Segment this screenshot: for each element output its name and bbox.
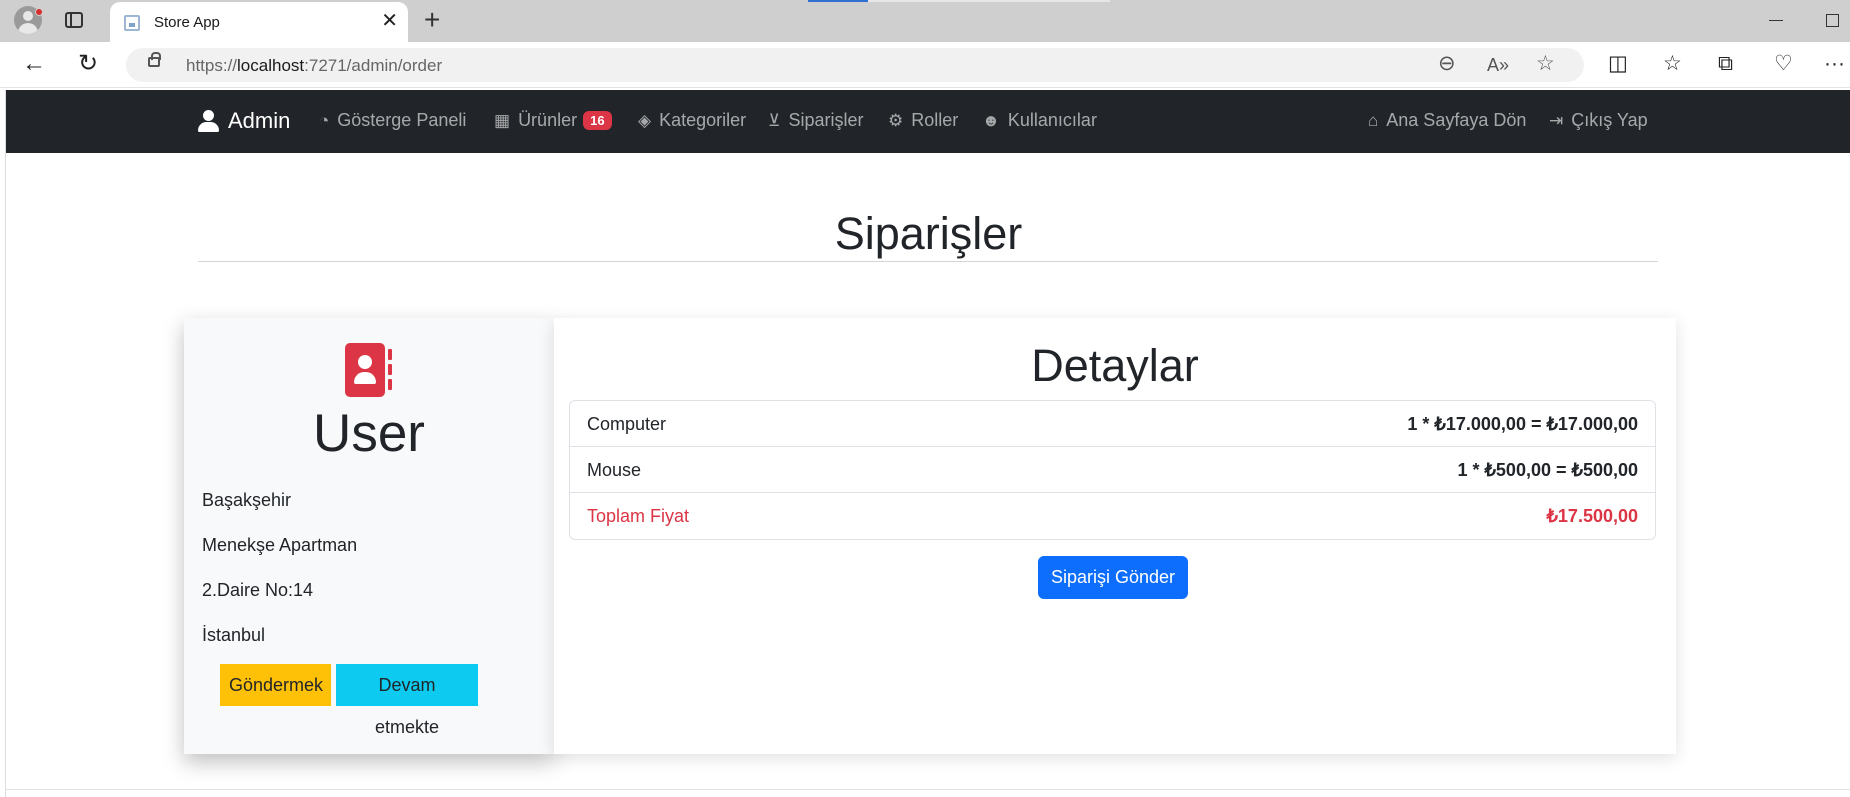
dashboard-icon: ◔ [319, 110, 330, 130]
favorites-icon[interactable]: ☆ [1663, 53, 1682, 74]
tab-title: Store App [154, 14, 220, 31]
order-items-list: Computer 1 * ₺17.000,00 = ₺17.000,00 Mou… [569, 400, 1656, 540]
boxes-icon: ▦ [494, 110, 511, 130]
products-count-badge: 16 [583, 111, 612, 130]
customer-name: User [313, 404, 425, 463]
tab-actions-icon[interactable] [65, 12, 83, 28]
in-progress-button[interactable]: Devam etmekte [336, 664, 478, 737]
navbar-brand[interactable]: Admin [198, 108, 290, 134]
customer-card: User Başakşehir Menekşe Apartman 2.Daire… [184, 318, 554, 754]
item-price: 1 * ₺17.000,00 = ₺17.000,00 [1407, 414, 1638, 434]
order-details-card: Detaylar Computer 1 * ₺17.000,00 = ₺17.0… [554, 318, 1676, 754]
submit-order-button[interactable]: Siparişi Gönder [1038, 556, 1188, 599]
address-district: Başakşehir [202, 490, 292, 510]
browser-tab-active[interactable]: Store App ✕ [110, 2, 408, 42]
favicon-icon [124, 15, 140, 31]
sign-out-icon: ⇥ [1549, 110, 1564, 130]
loading-indicator [808, 0, 868, 2]
home-icon: ⌂ [1368, 110, 1379, 130]
basket-icon: ⊻ [768, 110, 781, 130]
page-title: Siparişler [834, 208, 1023, 259]
url-text[interactable]: https://localhost:7271/admin/order [186, 56, 442, 76]
users-icon: ☻ [982, 110, 1000, 130]
item-name: Computer [587, 414, 667, 434]
minimize-window-icon[interactable] [1769, 20, 1783, 21]
more-options-icon[interactable]: ··· [1824, 53, 1845, 74]
close-tab-icon[interactable]: ✕ [381, 11, 398, 31]
details-title: Detaylar [1031, 340, 1199, 391]
url-input[interactable]: https://localhost:7271/admin/order ⊖ A» … [126, 48, 1584, 82]
tags-icon: ◈ [638, 110, 652, 130]
footer-divider [6, 789, 1850, 790]
address-apartment: 2.Daire No:14 [202, 580, 314, 600]
notification-dot [35, 8, 43, 16]
browser-tabstrip: Store App ✕ + [0, 0, 1850, 42]
admin-navbar: Admin ◔ Gösterge Paneli ▦ Ürünler 16 ◈ K… [6, 90, 1850, 153]
page-viewport: Admin ◔ Gösterge Paneli ▦ Ürünler 16 ◈ K… [5, 90, 1850, 797]
users-gear-icon: ⚙ [888, 110, 904, 130]
total-label: Toplam Fiyat [587, 506, 690, 526]
back-icon[interactable]: ← [22, 52, 46, 76]
total-price: ₺17.500,00 [1546, 506, 1638, 526]
user-icon [198, 109, 219, 133]
ship-button[interactable]: Göndermek [220, 664, 331, 706]
new-tab-icon[interactable]: + [424, 6, 440, 34]
favorite-star-icon[interactable]: ☆ [1536, 53, 1555, 74]
nav-link-categories[interactable]: ◈ Kategoriler [638, 110, 746, 131]
nav-link-users[interactable]: ☻ Kullanıcılar [982, 110, 1097, 131]
browser-essentials-icon[interactable]: ♡ [1774, 53, 1793, 74]
reload-icon[interactable]: ↻ [78, 52, 98, 76]
nav-link-dashboard[interactable]: ◔ Gösterge Paneli [319, 110, 466, 131]
address-city: İstanbul [202, 625, 266, 645]
read-aloud-icon[interactable]: A» [1487, 56, 1509, 74]
nav-link-roles[interactable]: ⚙ Roller [888, 110, 958, 131]
loading-track [868, 0, 1110, 2]
address-book-icon [345, 343, 392, 397]
total-row: Toplam Fiyat ₺17.500,00 [570, 493, 1655, 539]
collections-icon[interactable]: ⧉ [1718, 53, 1733, 74]
address-bar-row: ← ↻ https://localhost:7271/admin/order ⊖… [0, 42, 1850, 88]
split-screen-icon[interactable]: ◫ [1608, 53, 1628, 74]
nav-link-products[interactable]: ▦ Ürünler 16 [494, 110, 612, 131]
restore-window-icon[interactable] [1826, 14, 1839, 27]
nav-link-home[interactable]: ⌂ Ana Sayfaya Dön [1368, 110, 1526, 131]
address-building: Menekşe Apartman [202, 535, 358, 555]
title-divider [198, 261, 1658, 262]
zoom-out-icon[interactable]: ⊖ [1438, 53, 1456, 74]
nav-link-orders[interactable]: ⊻ Siparişler [768, 110, 863, 131]
brand-label: Admin [228, 108, 291, 133]
list-item: Mouse 1 * ₺500,00 = ₺500,00 [570, 447, 1655, 493]
item-price: 1 * ₺500,00 = ₺500,00 [1457, 460, 1638, 480]
item-name: Mouse [587, 460, 642, 480]
nav-link-logout[interactable]: ⇥ Çıkış Yap [1549, 110, 1648, 131]
list-item: Computer 1 * ₺17.000,00 = ₺17.000,00 [570, 401, 1655, 447]
lock-icon[interactable] [148, 52, 161, 67]
